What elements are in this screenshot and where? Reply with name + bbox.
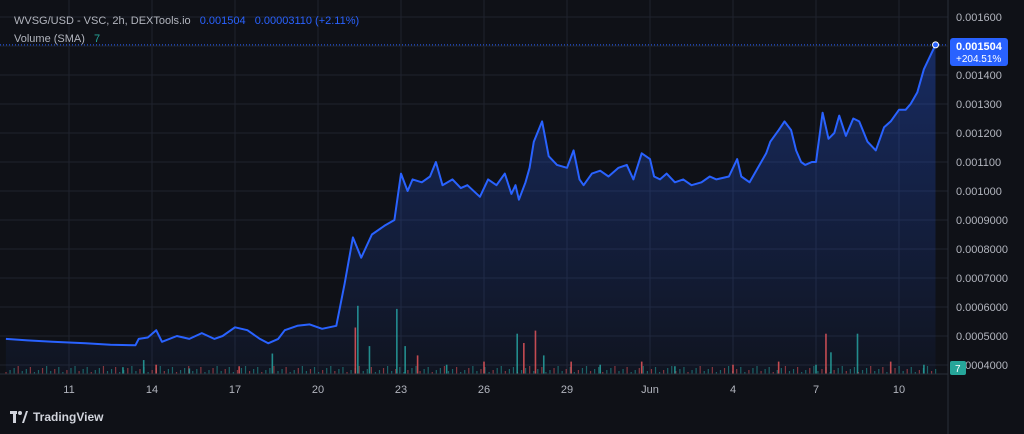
time-axis[interactable]: 11 14 17 20 23 26 29 Jun 4 7 10 [63,384,905,396]
brand-name: TradingView [33,410,104,424]
time-tick-label: 4 [730,384,736,396]
volume-tag-value: 7 [955,364,961,375]
price-tick-label: 0.0005000 [956,331,1008,343]
symbol-title: WVSG/USD - VSC, 2h, DEXTools.io [14,15,191,27]
time-tick-label: 10 [893,384,905,396]
time-tick-label: 7 [813,384,819,396]
last-price-change: +204.51% [956,54,1001,65]
time-tick-label: 26 [478,384,490,396]
price-tick-label: 0.001600 [956,12,1002,24]
time-tick-label: 23 [395,384,407,396]
price-tick-label: 0.001200 [956,128,1002,140]
price-tick-label: 0.001300 [956,99,1002,111]
volume-label: Volume (SMA) [14,33,85,45]
time-tick-label: 17 [229,384,241,396]
last-value: 0.001504 [199,15,246,27]
tradingview-icon [10,411,28,423]
volume-row[interactable]: Volume (SMA) 7 [14,30,359,48]
price-tick-label: 0.001400 [956,70,1002,82]
last-price-tag: 0.001504 +204.51% [950,38,1008,66]
chart-legend: WVSG/USD - VSC, 2h, DEXTools.io 0.001504… [14,12,359,48]
price-tick-label: 0.001100 [956,157,1001,169]
last-price-dot [932,41,940,49]
change-value: 0.00003110 (+2.11%) [254,15,360,27]
price-chart[interactable]: 0.0016000.0015000.0014000.0013000.001200… [0,0,1024,434]
volume-tag: 7 [950,361,966,375]
time-tick-label: 11 [63,384,74,396]
time-tick-label: 20 [312,384,324,396]
price-tick-label: 0.0008000 [956,244,1008,256]
symbol-row[interactable]: WVSG/USD - VSC, 2h, DEXTools.io 0.001504… [14,12,359,30]
time-tick-label: 29 [561,384,573,396]
time-tick-label: 14 [146,384,158,396]
volume-value: 7 [93,33,101,45]
time-tick-label: Jun [641,384,659,396]
price-tick-label: 0.0006000 [956,302,1008,314]
price-tick-label: 0.0007000 [956,273,1008,285]
tradingview-logo[interactable]: TradingView [10,410,103,424]
last-price-value: 0.001504 [956,41,1003,53]
price-area [5,44,936,375]
price-tick-label: 0.001000 [956,186,1002,198]
price-tick-label: 0.0009000 [956,215,1008,227]
